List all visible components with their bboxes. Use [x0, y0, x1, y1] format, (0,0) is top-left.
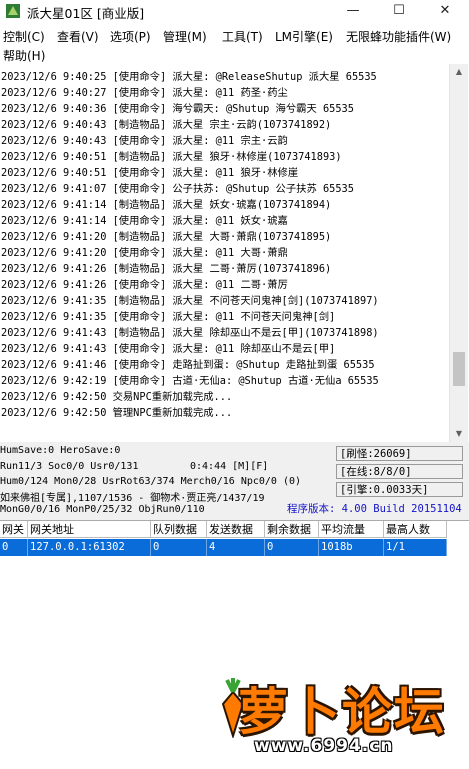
log-line: 2023/12/6 9:40:27 [使用命令] 派大星: @11 药圣·药尘	[1, 87, 288, 99]
log-line: 2023/12/6 9:41:46 [使用命令] 走路扯到蛋: @Shutup …	[1, 359, 375, 371]
table-cell: 127.0.0.1:61302	[28, 539, 151, 556]
log-line: 2023/12/6 9:41:07 [使用命令] 公子扶苏: @Shutup 公…	[1, 183, 354, 195]
log-line: 2023/12/6 9:40:25 [使用命令] 派大星: @ReleaseSh…	[1, 71, 377, 83]
log-line: 2023/12/6 9:41:35 [制造物品] 派大星 不问苍天问鬼神[剑](…	[1, 295, 379, 307]
status-mon: MonG0/0/16 MonP0/25/32 ObjRun0/110	[0, 504, 205, 515]
menu-options[interactable]: 选项(P)	[110, 28, 151, 45]
status-hum: Hum0/124 Mon0/28 UsrRot63/374 Merch0/16 …	[0, 476, 302, 487]
table-cell: 4	[207, 539, 265, 556]
app-icon	[6, 4, 20, 18]
online-count-box: [在线:8/8/0]	[336, 464, 463, 479]
watermark-brand: 萝卜论坛	[238, 683, 446, 741]
table-cell: 1/1	[384, 539, 447, 556]
log-line: 2023/12/6 9:41:14 [制造物品] 派大星 妖女·琥嘉(10737…	[1, 199, 332, 211]
table-cell: 0	[151, 539, 207, 556]
table-cell: 1018b	[319, 539, 384, 556]
menu-manage[interactable]: 管理(M)	[163, 28, 207, 45]
column-header[interactable]: 发送数据	[207, 521, 265, 538]
status-time: 0:4:44 [M][F]	[190, 461, 269, 472]
log-line: 2023/12/6 9:40:43 [制造物品] 派大星 宗主·云韵(10737…	[1, 119, 332, 131]
log-line: 2023/12/6 9:41:20 [制造物品] 派大星 大哥·萧鼎(10737…	[1, 231, 332, 243]
log-line: 2023/12/6 9:40:43 [使用命令] 派大星: @11 宗主·云韵	[1, 135, 288, 147]
scrollbar-thumb[interactable]	[453, 352, 465, 386]
status-boss: 如来佛祖[专属],1107/1536 - 御物术·贾正亮/1437/19	[0, 493, 265, 504]
menu-lm-engine[interactable]: LM引擎(E)	[275, 28, 333, 45]
column-header[interactable]: 剩余数据	[265, 521, 319, 538]
column-header[interactable]: 网关	[0, 521, 28, 538]
log-line: 2023/12/6 9:41:20 [使用命令] 派大星: @11 大哥·萧鼎	[1, 247, 288, 259]
log-line: 2023/12/6 9:41:14 [使用命令] 派大星: @11 妖女·琥嘉	[1, 215, 288, 227]
log-line: 2023/12/6 9:41:26 [制造物品] 派大星 二哥·萧厉(10737…	[1, 263, 332, 275]
log-line: 2023/12/6 9:41:26 [使用命令] 派大星: @11 二哥·萧厉	[1, 279, 288, 291]
engine-time-box: [引擎:0.0033天]	[336, 482, 463, 497]
log-line: 2023/12/6 9:41:43 [使用命令] 派大星: @11 除却巫山不是…	[1, 343, 336, 355]
program-version: 程序版本: 4.00 Build 20151104	[287, 503, 462, 515]
log-panel[interactable]: 2023/12/6 9:40:25 [使用命令] 派大星: @ReleaseSh…	[0, 64, 449, 442]
log-line: 2023/12/6 9:42:19 [使用命令] 古道·无仙a: @Shutup…	[1, 375, 379, 387]
menu-view[interactable]: 查看(V)	[57, 28, 99, 45]
menu-bar: 控制(C) 查看(V) 选项(P) 管理(M) 工具(T) LM引擎(E) 无限…	[0, 24, 469, 64]
log-line: 2023/12/6 9:41:43 [制造物品] 派大星 除却巫山不是云[甲](…	[1, 327, 379, 339]
log-line: 2023/12/6 9:40:51 [使用命令] 派大星: @11 狼牙·林修崖	[1, 167, 299, 179]
menu-tools[interactable]: 工具(T)	[222, 28, 263, 45]
status-run: Run11/3 Soc0/0 Usr0/131	[0, 461, 139, 472]
title-bar: 派大星01区 [商业版] — ☐ ✕	[0, 0, 469, 22]
log-line: 2023/12/6 9:41:35 [使用命令] 派大星: @11 不问苍天问鬼…	[1, 311, 336, 323]
log-line: 2023/12/6 9:40:36 [使用命令] 海兮霸天: @Shutup 海…	[1, 103, 354, 115]
log-line: 2023/12/6 9:42:50 交易NPC重新加载完成...	[1, 391, 233, 403]
column-header[interactable]: 平均流量	[319, 521, 384, 538]
scroll-down-arrow-icon[interactable]: ▼	[450, 426, 468, 442]
log-line: 2023/12/6 9:40:51 [制造物品] 派大星 狼牙·林修崖(1073…	[1, 151, 342, 163]
minimize-button[interactable]: —	[330, 0, 376, 22]
log-line: 2023/12/6 9:42:50 管理NPC重新加载完成...	[1, 407, 233, 419]
watermark-logo: 萝卜论坛 www.6994.cn	[218, 672, 468, 768]
menu-help[interactable]: 帮助(H)	[3, 47, 45, 64]
table-cell: 0	[265, 539, 319, 556]
window-title: 派大星01区 [商业版]	[27, 6, 145, 21]
table-cell: 0	[0, 539, 28, 556]
watermark-url: www.6994.cn	[254, 736, 394, 756]
column-header[interactable]: 队列数据	[151, 521, 207, 538]
column-header[interactable]: 网关地址	[28, 521, 151, 538]
log-scrollbar[interactable]: ▲ ▼	[449, 64, 468, 442]
menu-control[interactable]: 控制(C)	[3, 28, 45, 45]
close-button[interactable]: ✕	[422, 0, 468, 22]
refresh-count-box: [刷怪:26069]	[336, 446, 463, 461]
maximize-button[interactable]: ☐	[376, 0, 422, 22]
scroll-up-arrow-icon[interactable]: ▲	[450, 64, 468, 80]
menu-plugin[interactable]: 无限蜂功能插件(W)	[346, 28, 451, 45]
status-save: HumSave:0 HeroSave:0	[0, 445, 121, 456]
column-header[interactable]: 最高人数	[384, 521, 447, 538]
